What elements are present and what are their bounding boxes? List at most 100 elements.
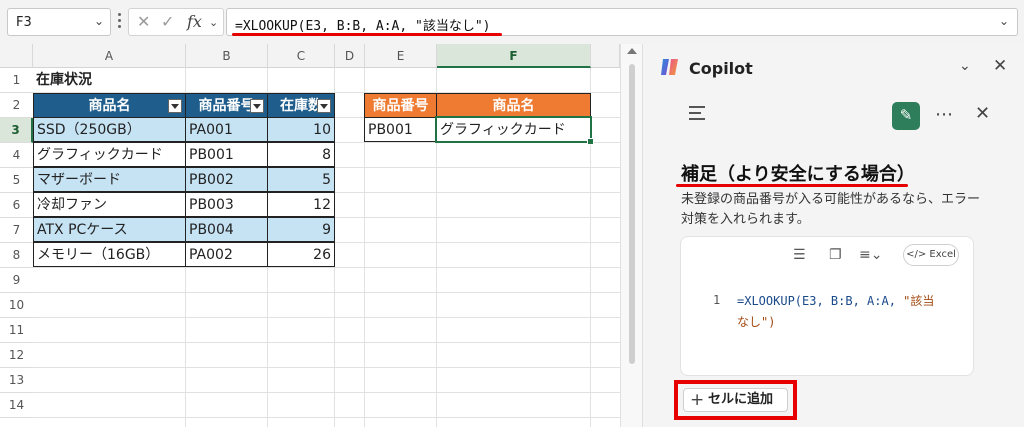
excel-code-badge[interactable]: </> Excel (903, 244, 959, 266)
close-icon[interactable]: ✕ (993, 56, 1007, 76)
filter-dropdown-icon[interactable] (317, 99, 331, 113)
plus-icon: + (690, 390, 705, 410)
row-header[interactable]: 6 (0, 193, 33, 218)
new-chat-icon[interactable]: ✎ (892, 102, 920, 130)
header-label: 商品名 (88, 98, 131, 114)
table2-header-cell[interactable]: 商品番号 (364, 93, 437, 118)
formula-text: =XLOOKUP(E3, B:B, A:A, "該当なし") (235, 19, 491, 34)
column-header[interactable]: D (335, 44, 365, 68)
red-annotation-underline (232, 33, 502, 36)
copilot-logo-icon (661, 59, 678, 75)
chevron-down-icon[interactable]: ⌄ (959, 58, 971, 74)
response-body: 未登録の商品番号が入る可能性があるなら、エラー対策を入れられます。 (681, 192, 981, 227)
menu-icon[interactable] (689, 106, 705, 124)
close-icon[interactable]: ✕ (975, 103, 990, 124)
copy-icon[interactable]: ❐ (829, 247, 842, 263)
row-header[interactable]: 13 (0, 368, 33, 393)
chevron-down-icon[interactable]: ⌄ (94, 14, 104, 28)
row-header[interactable]: 14 (0, 393, 33, 418)
copilot-title: Copilot (689, 59, 753, 78)
row-header[interactable]: 9 (0, 268, 33, 293)
column-header-empty[interactable] (591, 44, 620, 68)
table-cell[interactable]: 9 (267, 217, 335, 242)
row-header[interactable]: 2 (0, 93, 33, 118)
filter-dropdown-icon[interactable] (250, 99, 264, 113)
header-label: 在庫数 (280, 98, 322, 114)
formula-buttons: ✕ ✓ fx ⌄ (128, 8, 224, 36)
code-string: "該当 (903, 294, 935, 308)
table-cell[interactable]: PB001 (185, 142, 268, 167)
table1-header-cell[interactable]: 商品番号 (185, 93, 268, 118)
column-header[interactable]: E (365, 44, 437, 68)
red-annotation-underline (676, 184, 908, 187)
x-icon[interactable]: ✕ (137, 12, 150, 31)
row-header[interactable]: 8 (0, 243, 33, 268)
scrollbar-thumb[interactable] (629, 64, 635, 364)
active-cell-border[interactable] (435, 116, 594, 145)
row-header[interactable]: 4 (0, 143, 33, 168)
table-cell[interactable]: グラフィックカード (33, 142, 186, 167)
filter-dropdown-icon[interactable] (168, 99, 182, 113)
copilot-pane: Copilot ⌄ ✕ ✎ ⋯ ✕ 補足（より安全にする場合） 未登録の商品番号… (642, 44, 1024, 427)
add-to-cell-button[interactable]: + セルに追加 (683, 388, 788, 412)
code-string: なし") (737, 315, 776, 329)
table-cell[interactable]: PB002 (185, 167, 268, 192)
column-header-selected[interactable]: F (437, 44, 591, 68)
response-heading: 補足（より安全にする場合） (681, 164, 915, 185)
chevron-down-icon[interactable]: ⌄ (209, 16, 218, 29)
table-cell[interactable]: 8 (267, 142, 335, 167)
row-header[interactable]: 1 (0, 68, 33, 93)
add-to-cell-label: セルに追加 (708, 392, 774, 407)
row-header-selected[interactable]: 3 (0, 118, 33, 143)
sheet-title[interactable]: 在庫状況 (33, 68, 185, 93)
row-header[interactable]: 7 (0, 218, 33, 243)
header-label: 商品番号 (198, 98, 255, 114)
table-cell[interactable]: 5 (267, 167, 335, 192)
code-prefix: =XLOOKUP(E3, B:B, A:A, (737, 294, 904, 308)
name-box[interactable]: F3 ⌄ (7, 8, 111, 36)
expand-formula-icon[interactable]: ⌄ (999, 14, 1009, 28)
table-cell[interactable]: 冷却ファン (33, 192, 186, 217)
name-box-value: F3 (16, 15, 32, 30)
table-cell[interactable]: ATX PCケース (33, 217, 186, 242)
lookup-input-cell[interactable]: PB001 (364, 117, 437, 142)
select-all-corner[interactable] (0, 44, 33, 68)
explain-icon[interactable]: ☰ (793, 247, 806, 263)
table-cell[interactable]: 26 (267, 242, 335, 267)
vertical-scrollbar[interactable] (620, 44, 642, 427)
table-cell[interactable]: PB004 (185, 217, 268, 242)
column-header[interactable]: B (186, 44, 268, 68)
fx-icon[interactable]: fx (187, 12, 202, 31)
row-header[interactable]: 10 (0, 293, 33, 318)
column-header[interactable]: C (268, 44, 335, 68)
row-header[interactable]: 11 (0, 318, 33, 343)
settings-sliders-icon[interactable]: ≡⌄ (859, 247, 882, 263)
row-header[interactable]: 12 (0, 343, 33, 368)
formula-bar: F3 ⌄ ✕ ✓ fx ⌄ =XLOOKUP(E3, B:B, A:A, "該当… (0, 0, 1024, 44)
more-options-icon[interactable]: ⋯ (935, 104, 954, 125)
table-cell[interactable]: SSD（250GB） (33, 117, 186, 142)
code-text: =XLOOKUP(E3, B:B, A:A, "該当なし") (737, 291, 967, 333)
table1-header-cell[interactable]: 在庫数 (267, 93, 335, 118)
badge-label: Excel (929, 249, 956, 260)
more-vertical-icon[interactable] (116, 12, 122, 32)
row-header[interactable]: 5 (0, 168, 33, 193)
table-cell[interactable]: マザーボード (33, 167, 186, 192)
table-cell[interactable]: 12 (267, 192, 335, 217)
code-icon: </> (906, 249, 930, 260)
column-headers: A B C D E F (0, 44, 620, 68)
table-cell[interactable]: PB003 (185, 192, 268, 217)
code-block: ☰ ❐ ≡⌄ </> Excel 1 =XLOOKUP(E3, B:B, A:A… (680, 236, 974, 376)
table1-header-cell[interactable]: 商品名 (33, 93, 186, 118)
spreadsheet-grid: A B C D E F 1 2 3 4 5 6 7 8 9 10 11 12 1… (0, 44, 620, 427)
red-annotation-box: + セルに追加 (674, 380, 797, 420)
table-cell[interactable]: PA001 (185, 117, 268, 142)
table2-header-cell[interactable]: 商品名 (436, 93, 591, 118)
column-header[interactable]: A (33, 44, 186, 68)
table-cell[interactable]: PA002 (185, 242, 268, 267)
table-cell[interactable]: メモリー（16GB） (33, 242, 186, 267)
formula-input[interactable]: =XLOOKUP(E3, B:B, A:A, "該当なし") ⌄ (226, 8, 1018, 36)
table-cell[interactable]: 10 (267, 117, 335, 142)
scroll-up-icon[interactable] (627, 48, 637, 54)
checkmark-icon[interactable]: ✓ (161, 12, 174, 31)
